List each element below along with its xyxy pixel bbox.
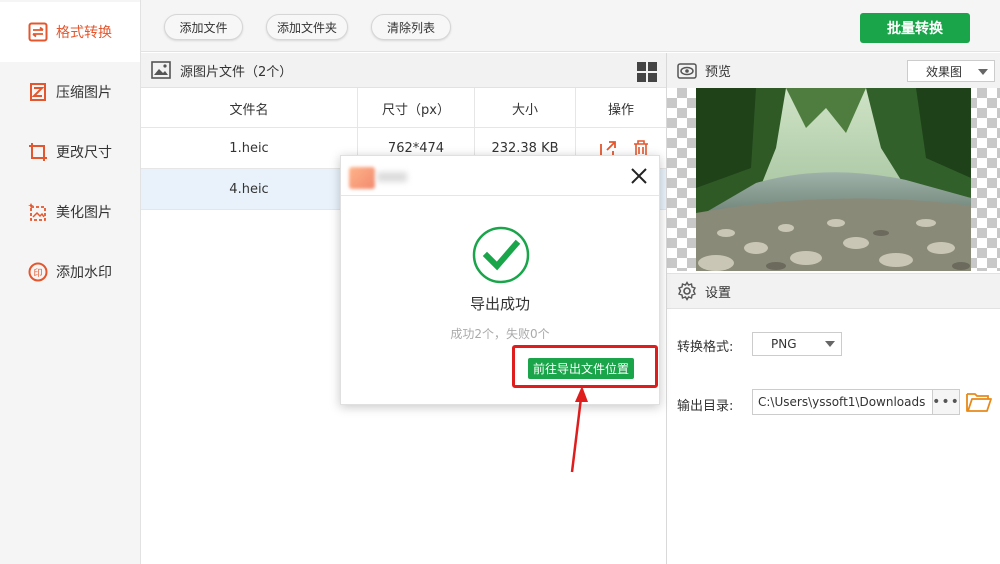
sidebar-item-beautify[interactable]: 美化图片 <box>0 182 140 242</box>
sidebar-item-compress[interactable]: 压缩图片 <box>0 62 140 122</box>
folder-icon[interactable] <box>966 390 992 414</box>
dialog-summary: 成功2个，失败0个 <box>450 327 550 341</box>
sidebar-item-label: 格式转换 <box>56 25 112 41</box>
browse-dots-button[interactable]: ••• <box>932 389 960 415</box>
grid-view-icon[interactable] <box>637 62 657 82</box>
beautify-icon <box>27 201 49 223</box>
preview-area <box>667 88 1000 271</box>
sidebar-item-watermark[interactable]: 印 添加水印 <box>0 242 140 302</box>
clear-list-button[interactable]: 清除列表 <box>371 14 451 40</box>
preview-mode-value: 效果图 <box>926 64 963 79</box>
sidebar-item-label: 添加水印 <box>56 265 112 281</box>
output-dir-label: 输出目录: <box>677 399 734 414</box>
sidebar-item-resize[interactable]: 更改尺寸 <box>0 122 140 182</box>
format-value: PNG <box>771 337 797 351</box>
preview-image <box>696 88 971 271</box>
add-folder-button[interactable]: 添加文件夹 <box>266 14 348 40</box>
batch-convert-button[interactable]: 批量转换 <box>860 13 970 43</box>
chevron-down-icon <box>978 69 988 75</box>
success-check-icon <box>472 226 530 284</box>
image-icon <box>151 61 171 79</box>
add-file-button[interactable]: 添加文件 <box>164 14 243 40</box>
settings-header: 设置 <box>667 273 1000 309</box>
chevron-down-icon <box>825 341 835 347</box>
file-name: 1.heic <box>229 141 269 156</box>
annotation-arrow-icon <box>570 386 588 473</box>
output-path-input[interactable]: C:\Users\yssoft1\Downloads <box>752 389 932 415</box>
app-logo-icon <box>349 167 375 189</box>
toolbar: 添加文件 添加文件夹 清除列表 批量转换 <box>141 0 1000 52</box>
file-name: 4.heic <box>229 182 269 197</box>
dialog-title-bar <box>341 156 659 196</box>
column-header-dimensions: 尺寸（px） <box>382 103 450 118</box>
gear-icon <box>678 281 696 301</box>
sidebar-item-label: 美化图片 <box>56 205 112 221</box>
sidebar: 格式转换 压缩图片 更改尺寸 美化图片 印 添加水印 <box>0 0 141 564</box>
watermark-icon: 印 <box>27 261 49 283</box>
file-panel-header: 源图片文件（2个） <box>141 53 666 88</box>
sidebar-item-label: 压缩图片 <box>56 85 112 101</box>
format-label: 转换格式: <box>677 340 734 355</box>
preview-mode-select[interactable]: 效果图 <box>907 60 995 82</box>
column-header-filename: 文件名 <box>229 103 269 118</box>
svg-text:印: 印 <box>33 267 42 279</box>
dialog-message: 导出成功 <box>469 295 530 313</box>
sidebar-item-format-convert[interactable]: 格式转换 <box>0 2 140 62</box>
table-header-row: 文件名 尺寸（px） 大小 操作 <box>141 88 666 129</box>
blurred-title <box>377 172 407 182</box>
resize-icon <box>27 141 49 163</box>
sidebar-item-label: 更改尺寸 <box>56 145 112 161</box>
preview-title: 预览 <box>705 65 732 80</box>
column-header-size: 大小 <box>511 103 538 118</box>
column-header-actions: 操作 <box>607 103 634 118</box>
convert-icon <box>27 21 49 43</box>
compress-icon <box>27 81 49 103</box>
settings-title: 设置 <box>705 285 732 301</box>
format-select[interactable]: PNG <box>752 332 842 356</box>
file-panel-title: 源图片文件（2个） <box>180 64 293 80</box>
close-icon[interactable] <box>627 164 651 188</box>
eye-icon <box>677 62 697 79</box>
